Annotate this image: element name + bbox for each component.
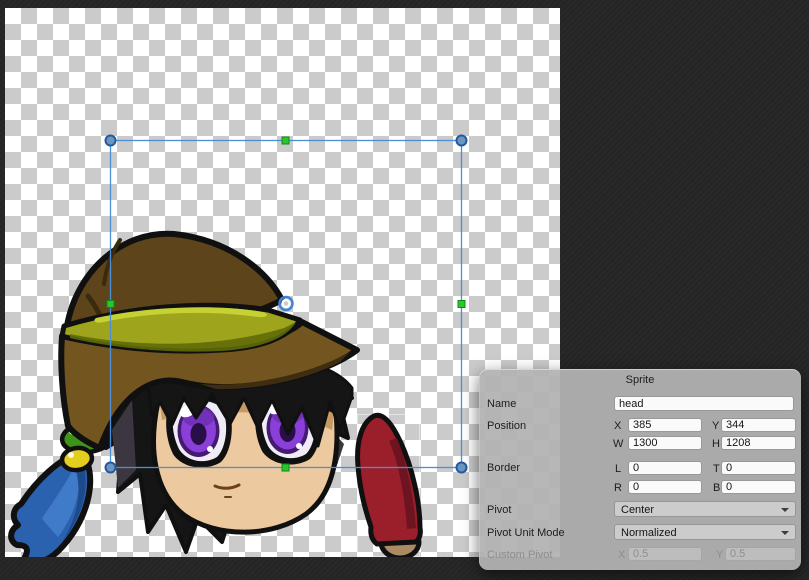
dropdown-arrow-icon	[781, 531, 789, 535]
h-label: H	[712, 439, 720, 450]
border-r-input[interactable]	[628, 480, 702, 494]
custom-pivot-x-input	[628, 547, 702, 561]
name-input[interactable]	[614, 396, 794, 411]
border-b-input[interactable]	[721, 480, 796, 494]
w-label: W	[613, 439, 623, 450]
panel-title: Sprite	[479, 374, 801, 386]
position-label: Position	[487, 421, 526, 432]
pivot-dropdown-value: Center	[621, 504, 654, 516]
x-input[interactable]	[628, 418, 702, 432]
pivot-dropdown[interactable]: Center	[614, 501, 796, 517]
texture-canvas[interactable]	[5, 8, 560, 557]
border-l-label: L	[615, 464, 621, 475]
sprite-editor-window: { "sprite_panel": { "title": "Sprite", "…	[0, 0, 809, 580]
border-r-label: R	[614, 483, 622, 494]
pivot-label: Pivot	[487, 505, 511, 516]
border-t-label: T	[713, 464, 720, 475]
sprite-panel: Sprite Name Position X Y W H Border L T …	[479, 369, 801, 570]
border-t-input[interactable]	[721, 461, 796, 475]
pivot-unit-mode-dropdown[interactable]: Normalized	[614, 524, 796, 540]
dropdown-arrow-icon	[781, 508, 789, 512]
x-label: X	[614, 421, 621, 432]
y-label: Y	[712, 421, 719, 432]
name-label: Name	[487, 399, 516, 410]
border-b-label: B	[713, 483, 720, 494]
border-label: Border	[487, 463, 520, 474]
border-l-input[interactable]	[628, 461, 702, 475]
pivot-unit-mode-label: Pivot Unit Mode	[487, 528, 565, 539]
custom-pivot-label: Custom Pivot	[487, 550, 552, 561]
custom-pivot-y-label: Y	[716, 550, 723, 561]
pivot-unit-mode-dropdown-value: Normalized	[621, 527, 677, 539]
y-input[interactable]	[721, 418, 796, 432]
custom-pivot-x-label: X	[618, 550, 625, 561]
h-input[interactable]	[721, 436, 796, 450]
w-input[interactable]	[628, 436, 702, 450]
custom-pivot-y-input	[725, 547, 796, 561]
